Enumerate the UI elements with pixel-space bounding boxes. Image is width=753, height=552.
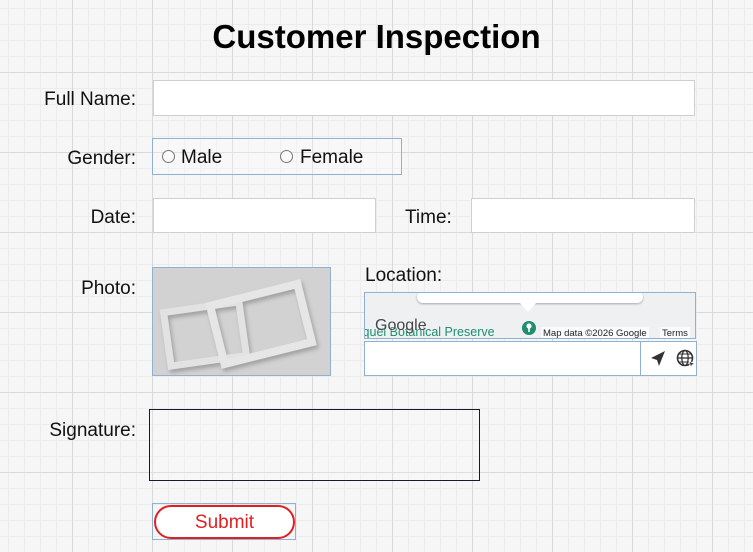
signature-pad[interactable]	[149, 409, 480, 481]
gender-female-label[interactable]: Female	[300, 147, 363, 169]
location-buttons	[641, 341, 697, 376]
gender-radio-group: Male Female	[152, 138, 402, 175]
gender-male-radio[interactable]	[162, 150, 175, 163]
photo-upload[interactable]	[152, 267, 331, 376]
location-input[interactable]	[364, 341, 641, 376]
page-title: Customer Inspection	[212, 18, 541, 55]
gender-label: Gender:	[67, 148, 136, 169]
navigation-arrow-icon[interactable]	[648, 349, 668, 369]
globe-icon[interactable]	[676, 349, 697, 370]
location-label: Location:	[365, 265, 443, 286]
date-input[interactable]	[153, 198, 376, 233]
full-name-label: Full Name:	[44, 89, 136, 110]
location-map[interactable]: liquel Botanical Preserve Google Map dat…	[364, 292, 696, 339]
map-attribution: Map data ©2026 Google	[541, 327, 649, 339]
photo-placeholder-icon	[159, 279, 317, 370]
map-info-pointer	[519, 302, 537, 312]
time-label: Time:	[405, 207, 452, 228]
map-terms-link[interactable]: Terms	[660, 327, 690, 338]
gender-female-radio[interactable]	[280, 150, 293, 163]
submit-button-frame: Submit	[152, 503, 296, 540]
park-icon	[522, 321, 536, 335]
signature-label: Signature:	[49, 420, 136, 441]
date-label: Date:	[90, 207, 136, 228]
time-input[interactable]	[471, 198, 695, 233]
google-logo: Google	[375, 317, 427, 334]
gender-male-label[interactable]: Male	[181, 147, 222, 169]
submit-button[interactable]: Submit	[154, 505, 295, 539]
full-name-input[interactable]	[153, 80, 695, 116]
photo-label: Photo:	[81, 278, 136, 299]
